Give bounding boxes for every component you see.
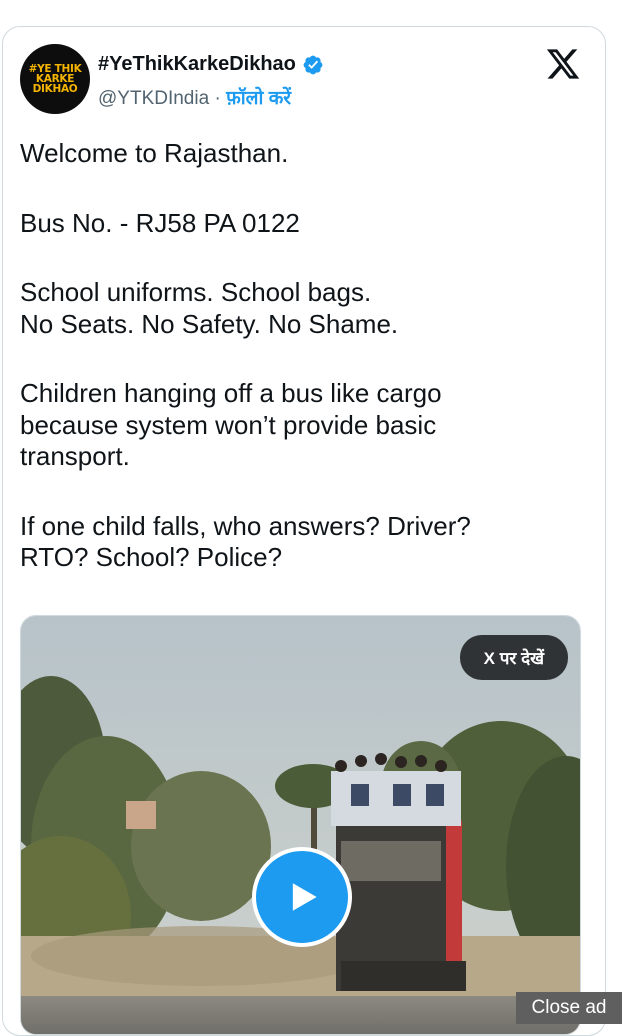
tweet-line: Welcome to Rajasthan. xyxy=(20,138,289,168)
author-handle[interactable]: @YTKDIndia xyxy=(98,88,209,109)
author-display-name[interactable]: #YeThikKarkeDikhao xyxy=(98,53,296,76)
close-ad-button[interactable]: Close ad xyxy=(516,992,622,1024)
separator-dot: · xyxy=(209,88,227,109)
play-icon xyxy=(292,883,317,911)
follow-button[interactable]: फ़ॉलो करें xyxy=(226,88,291,109)
tweet-line: Bus No. - RJ58 PA 0122 xyxy=(20,207,300,238)
verified-badge-icon xyxy=(303,55,323,74)
tweet-line: No Seats. No Safety. No Shame. xyxy=(20,308,399,339)
video-player[interactable]: X पर देखें xyxy=(20,615,581,1035)
x-logo-icon[interactable] xyxy=(545,46,581,82)
view-on-x-button[interactable]: X पर देखें xyxy=(459,635,568,680)
author-name-row[interactable]: #YeThikKarkeDikhao xyxy=(98,53,324,76)
tweet-line: because system won’t provide basic xyxy=(20,409,437,440)
avatar[interactable]: #YE THIK KARKE DIKHAO xyxy=(20,44,90,114)
play-button[interactable] xyxy=(252,847,352,947)
avatar-line-3: DIKHAO xyxy=(32,83,78,95)
tweet-line: RTO? School? Police? xyxy=(20,542,283,572)
author-handle-row: @YTKDIndia · फ़ॉलो करें xyxy=(98,84,291,110)
tweet-line: transport. xyxy=(20,441,130,471)
tweet-text: Welcome to Rajasthan. Bus No. - RJ58 PA … xyxy=(20,138,580,574)
tweet-line: If one child falls, who answers? Driver? xyxy=(20,510,471,541)
tweet-line: School uniforms. School bags. xyxy=(20,277,372,307)
tweet-line: Children hanging off a bus like cargo xyxy=(20,378,442,408)
